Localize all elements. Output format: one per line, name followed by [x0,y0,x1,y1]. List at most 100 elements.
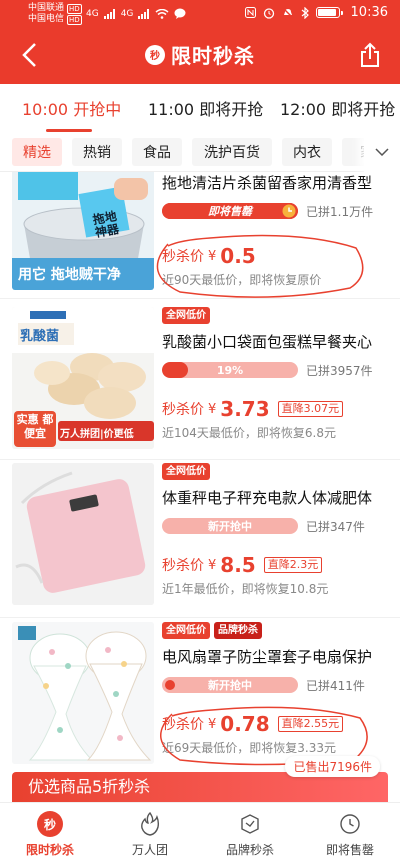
carrier-info: 中国联通 HD 中国电信 HD [28,3,82,25]
product-title: 体重秤电子秤充电款人体减肥体 [162,489,373,507]
hd-badge: HD [67,14,82,25]
signal-bars-icon [138,8,150,19]
tab-1000[interactable]: 10:00 开抢中 [22,96,121,132]
nav-label: 万人团 [131,843,168,857]
category-bar: 精选 热销 食品 洗护百货 内衣 家 [0,132,400,172]
progress-row: 19% 已拼3957件 [162,361,390,379]
progress-row: 新开抢中 已拼411件 [162,676,390,694]
product-list: 拖地 神器 用它 拖地贼干净 拖地清洁片杀菌留香家用清香型 即将售罄 已拼1.1… [0,172,400,766]
seckill-logo-icon: 秒 [145,44,165,65]
progress-row: 新开抢中 已拼347件 [162,517,390,535]
tag-lowest-price: 全网低价 [162,463,210,480]
price-row: 秒杀价 ¥ 3.73 直降3.07元 [162,397,390,421]
handwritten-circle-annotation [156,234,364,298]
tag-lowest-price: 全网低价 [162,622,210,639]
seckill-price: 3.73 [220,397,270,421]
nav-group-buy[interactable]: 万人团 [100,803,200,866]
share-icon [361,42,379,67]
product-card[interactable]: 乳酸菌 实惠 都便宜 万人拼团|价更低 全网低价 乳酸菌小口袋面包蛋糕早餐夹心 … [0,299,400,459]
product-info: 全网低价 体重秤电子秤充电款人体减肥体 新开抢中 已拼347件 秒杀价 ¥ 8.… [162,463,390,597]
sales-progress-bar: 19% [162,362,298,378]
joined-count: 已拼1.1万件 [306,204,374,219]
page-title-text: 限时秒杀 [171,44,255,68]
bluetooth-icon [301,6,309,19]
sales-progress-bar: 新开抢中 [162,518,298,534]
product-card[interactable]: 全网低价 体重秤电子秤充电款人体减肥体 新开抢中 已拼347件 秒杀价 ¥ 8.… [0,460,400,617]
nfc-icon [244,7,256,18]
sales-progress-bar: 即将售罄 [162,203,298,219]
tab-1100[interactable]: 11:00 即将开抢 [148,96,263,120]
product-title: 拖地清洁片杀菌留香家用清香型 [162,174,373,192]
app-root: 中国联通 HD 中国电信 HD 4G 4G 10:36 秒 限时秒杀 10:00… [0,0,400,866]
price-label: 秒杀价 [162,402,204,418]
signal-4g-2: 4G [120,8,134,19]
product-title: 乳酸菌小口袋面包蛋糕早餐夹心 [162,333,373,351]
carrier-2: 中国电信 [28,14,65,24]
clock-time: 10:36 [350,5,388,20]
thumb-text: 乳酸菌 [20,329,60,344]
progress-label: 新开抢中 [208,679,252,692]
nav-brand-seckill[interactable]: 品牌秒杀 [200,803,300,866]
wifi-icon [155,8,169,19]
status-right: 10:36 [244,5,388,20]
tag-brand-seckill: 品牌秒杀 [214,622,262,639]
signal-bars-icon [103,8,115,19]
clock-icon [340,814,360,834]
battery-icon [315,7,343,18]
sales-progress-bar: 新开抢中 [162,677,298,693]
category-underwear[interactable]: 内衣 [282,138,332,166]
tag-row: 全网低价 [162,463,390,480]
thumb-banner: 万人拼团|价更低 [60,429,134,440]
brand-icon [241,814,259,834]
product-image [12,622,154,764]
thumb-banner: 用它 拖地贼干净 [18,267,121,283]
product-image: 拖地 神器 用它 拖地贼干净 [12,172,154,290]
page-title: 秒 限时秒杀 [0,40,400,69]
product-info: 全网低价 乳酸菌小口袋面包蛋糕早餐夹心 19% 已拼3957件 秒杀价 ¥ 3.… [162,307,390,441]
category-toiletries[interactable]: 洗护百货 [192,138,272,166]
tag-lowest-price: 全网低价 [162,307,210,324]
mute-icon [282,6,294,19]
nav-label: 即将售罄 [325,843,374,857]
progress-row: 即将售罄 已拼1.1万件 [162,202,390,220]
product-card[interactable]: 全网低价 品牌秒杀 电风扇罩子防尘罩套子电扇保护 新开抢中 已拼411件 秒杀价… [0,618,400,766]
nav-seckill[interactable]: 秒 限时秒杀 [0,803,100,866]
category-food[interactable]: 食品 [132,138,182,166]
progress-label: 19% [216,363,244,377]
share-button[interactable] [356,40,384,70]
nav-label: 品牌秒杀 [225,843,274,857]
tag-row: 全网低价 [162,307,390,324]
thumb-banner: 实惠 都便宜 [16,413,54,440]
clock-badge-icon [282,204,296,218]
joined-count: 已拼347件 [306,519,365,534]
seckill-icon: 秒 [37,811,63,837]
currency-symbol: ¥ [208,557,217,573]
nav-bar: 秒 限时秒杀 [0,28,400,84]
chevron-down-icon [375,148,389,156]
hd-badge: HD [67,3,82,14]
product-title: 电风扇罩子防尘罩套子电扇保护 [162,648,373,666]
price-note: 近1年最低价，即将恢复10.8元 [162,582,329,596]
product-card[interactable]: 拖地 神器 用它 拖地贼干净 拖地清洁片杀菌留香家用清香型 即将售罄 已拼1.1… [0,172,400,298]
price-label: 秒杀价 [162,558,204,574]
nav-selling-out[interactable]: 即将售罄 [300,803,400,866]
joined-count: 已拼3957件 [306,363,373,378]
tab-1200[interactable]: 12:00 即将开抢 [280,96,395,120]
tag-row: 全网低价 品牌秒杀 [162,622,390,639]
alarm-icon [263,7,274,19]
joined-count: 已拼411件 [306,678,365,693]
category-hot[interactable]: 热销 [72,138,122,166]
scale-product-illustration [12,463,154,605]
promo-section: 优选商品5折秒杀 已售出7196件 [0,756,400,802]
product-image [12,463,154,605]
status-bar: 中国联通 HD 中国电信 HD 4G 4G 10:36 [0,0,400,28]
flame-icon [141,812,160,836]
carrier-1: 中国联通 [28,3,65,13]
price-drop-badge: 直降3.07元 [277,401,344,417]
seckill-price: 8.5 [220,553,256,577]
category-featured[interactable]: 精选 [12,138,62,166]
message-icon [174,8,186,19]
progress-label: 新开抢中 [208,520,252,533]
expand-categories-button[interactable] [364,132,400,172]
signal-4g-1: 4G [86,8,99,19]
